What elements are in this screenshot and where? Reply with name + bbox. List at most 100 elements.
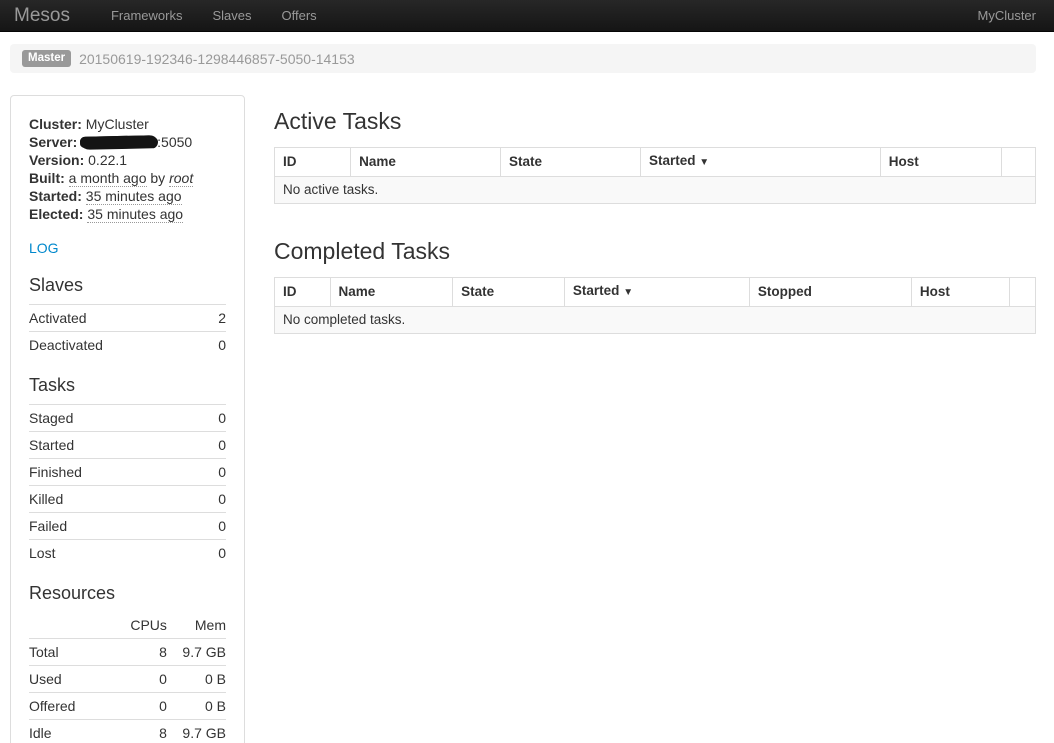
stat-label: Offered	[29, 693, 108, 720]
table-header-row: ID Name State Started ▼ Host	[275, 148, 1036, 177]
master-badge: Master	[22, 50, 71, 68]
built-by-text: by	[150, 170, 165, 186]
stat-value: 2	[207, 305, 226, 332]
stat-label: Used	[29, 666, 108, 693]
completed-col-started[interactable]: Started ▼	[564, 278, 749, 307]
stat-label: Finished	[29, 459, 201, 486]
completed-col-stopped[interactable]: Stopped	[749, 278, 911, 307]
log-link[interactable]: LOG	[29, 240, 59, 256]
built-info-line: Built: a month ago by root	[29, 169, 226, 187]
sidebar-panel: Cluster: MyCluster Server: :5050 Version…	[10, 95, 245, 743]
completed-col-state[interactable]: State	[453, 278, 565, 307]
completed-col-id[interactable]: ID	[275, 278, 331, 307]
slaves-stats-table: Activated 2 Deactivated 0	[29, 304, 226, 358]
table-row: Total 8 9.7 GB	[29, 639, 226, 666]
started-info-line: Started: 35 minutes ago	[29, 187, 226, 205]
stat-label: Started	[29, 432, 201, 459]
cpus-column-header: CPUs	[108, 612, 167, 639]
table-row: CPUs Mem	[29, 612, 226, 639]
redacted-server-ip	[81, 135, 157, 149]
stat-value: 8	[108, 639, 167, 666]
master-id: 20150619-192346-1298446857-5050-14153	[79, 51, 355, 67]
built-time-ago[interactable]: a month ago	[69, 170, 147, 187]
sort-desc-icon: ▼	[623, 287, 633, 298]
slaves-section-title: Slaves	[29, 274, 226, 296]
table-row: Finished 0	[29, 459, 226, 486]
table-row: Deactivated 0	[29, 332, 226, 359]
server-label: Server:	[29, 134, 77, 150]
brand-mesos[interactable]: Mesos	[14, 5, 70, 27]
breadcrumb: Master 20150619-192346-1298446857-5050-1…	[10, 44, 1036, 73]
table-row: Killed 0	[29, 486, 226, 513]
table-row: Activated 2	[29, 305, 226, 332]
resources-table: CPUs Mem Total 8 9.7 GB Used 0 0 B	[29, 612, 226, 743]
mem-column-header: Mem	[167, 612, 226, 639]
table-row: Offered 0 0 B	[29, 693, 226, 720]
stat-value: 8	[108, 720, 167, 743]
active-col-empty	[1002, 148, 1036, 177]
completed-tasks-empty-message: No completed tasks.	[275, 307, 1036, 334]
stat-value: 0	[201, 486, 226, 513]
sort-desc-icon: ▼	[699, 157, 709, 168]
tasks-section-title: Tasks	[29, 374, 226, 396]
started-label: Started:	[29, 188, 82, 204]
nav-slaves[interactable]: Slaves	[197, 8, 266, 23]
nav-frameworks[interactable]: Frameworks	[96, 8, 198, 23]
started-time-ago[interactable]: 35 minutes ago	[86, 188, 182, 205]
main-content: Active Tasks ID Name State Started ▼	[274, 95, 1036, 334]
active-col-id[interactable]: ID	[275, 148, 351, 177]
active-col-name[interactable]: Name	[351, 148, 501, 177]
table-row: Used 0 0 B	[29, 666, 226, 693]
stat-value: 0	[201, 513, 226, 540]
cluster-label: Cluster:	[29, 116, 82, 132]
elected-info-line: Elected: 35 minutes ago	[29, 205, 226, 223]
stat-value: 0	[201, 540, 226, 567]
stat-label: Total	[29, 639, 108, 666]
active-col-started[interactable]: Started ▼	[641, 148, 881, 177]
stat-label: Lost	[29, 540, 201, 567]
table-row: No completed tasks.	[275, 307, 1036, 334]
completed-col-empty	[1010, 278, 1036, 307]
active-tasks-table: ID Name State Started ▼ Host No active t…	[274, 147, 1036, 204]
stat-label: Staged	[29, 405, 201, 432]
table-row: Started 0	[29, 432, 226, 459]
active-col-host[interactable]: Host	[880, 148, 1002, 177]
active-tasks-title: Active Tasks	[274, 108, 1036, 135]
nav-offers[interactable]: Offers	[267, 8, 332, 23]
elected-time-ago[interactable]: 35 minutes ago	[87, 206, 183, 223]
stat-value: 0	[201, 459, 226, 486]
table-header-row: ID Name State Started ▼ Stopped Host	[275, 278, 1036, 307]
resources-section-title: Resources	[29, 582, 226, 604]
completed-col-host[interactable]: Host	[911, 278, 1009, 307]
table-row: No active tasks.	[275, 177, 1036, 204]
content-area: Cluster: MyCluster Server: :5050 Version…	[10, 95, 1036, 743]
active-col-started-label: Started	[649, 153, 696, 168]
version-label: Version:	[29, 152, 84, 168]
version-info-line: Version: 0.22.1	[29, 151, 226, 169]
cluster-value: MyCluster	[86, 116, 149, 132]
tasks-stats-table: Staged 0 Started 0 Finished 0 Killed 0	[29, 404, 226, 566]
table-row: Lost 0	[29, 540, 226, 567]
stat-label: Idle	[29, 720, 108, 743]
top-navbar: Mesos Frameworks Slaves Offers MyCluster	[0, 0, 1054, 32]
completed-tasks-title: Completed Tasks	[274, 238, 1036, 265]
stat-label: Activated	[29, 305, 207, 332]
cluster-info-line: Cluster: MyCluster	[29, 115, 226, 133]
completed-col-started-label: Started	[573, 283, 620, 298]
page-container: Master 20150619-192346-1298446857-5050-1…	[0, 44, 1054, 743]
server-port: :5050	[157, 134, 192, 150]
stat-value: 0	[108, 693, 167, 720]
active-col-state[interactable]: State	[501, 148, 641, 177]
completed-col-name[interactable]: Name	[330, 278, 453, 307]
built-label: Built:	[29, 170, 65, 186]
stat-value: 0	[201, 405, 226, 432]
completed-tasks-table: ID Name State Started ▼ Stopped Host	[274, 277, 1036, 334]
stat-value: 0 B	[167, 693, 226, 720]
version-value: 0.22.1	[88, 152, 127, 168]
stat-value: 0	[207, 332, 226, 359]
cluster-name-label: MyCluster	[977, 8, 1040, 23]
built-user[interactable]: root	[169, 170, 193, 187]
stat-value: 9.7 GB	[167, 720, 226, 743]
stat-label: Failed	[29, 513, 201, 540]
server-info-line: Server: :5050	[29, 133, 226, 151]
